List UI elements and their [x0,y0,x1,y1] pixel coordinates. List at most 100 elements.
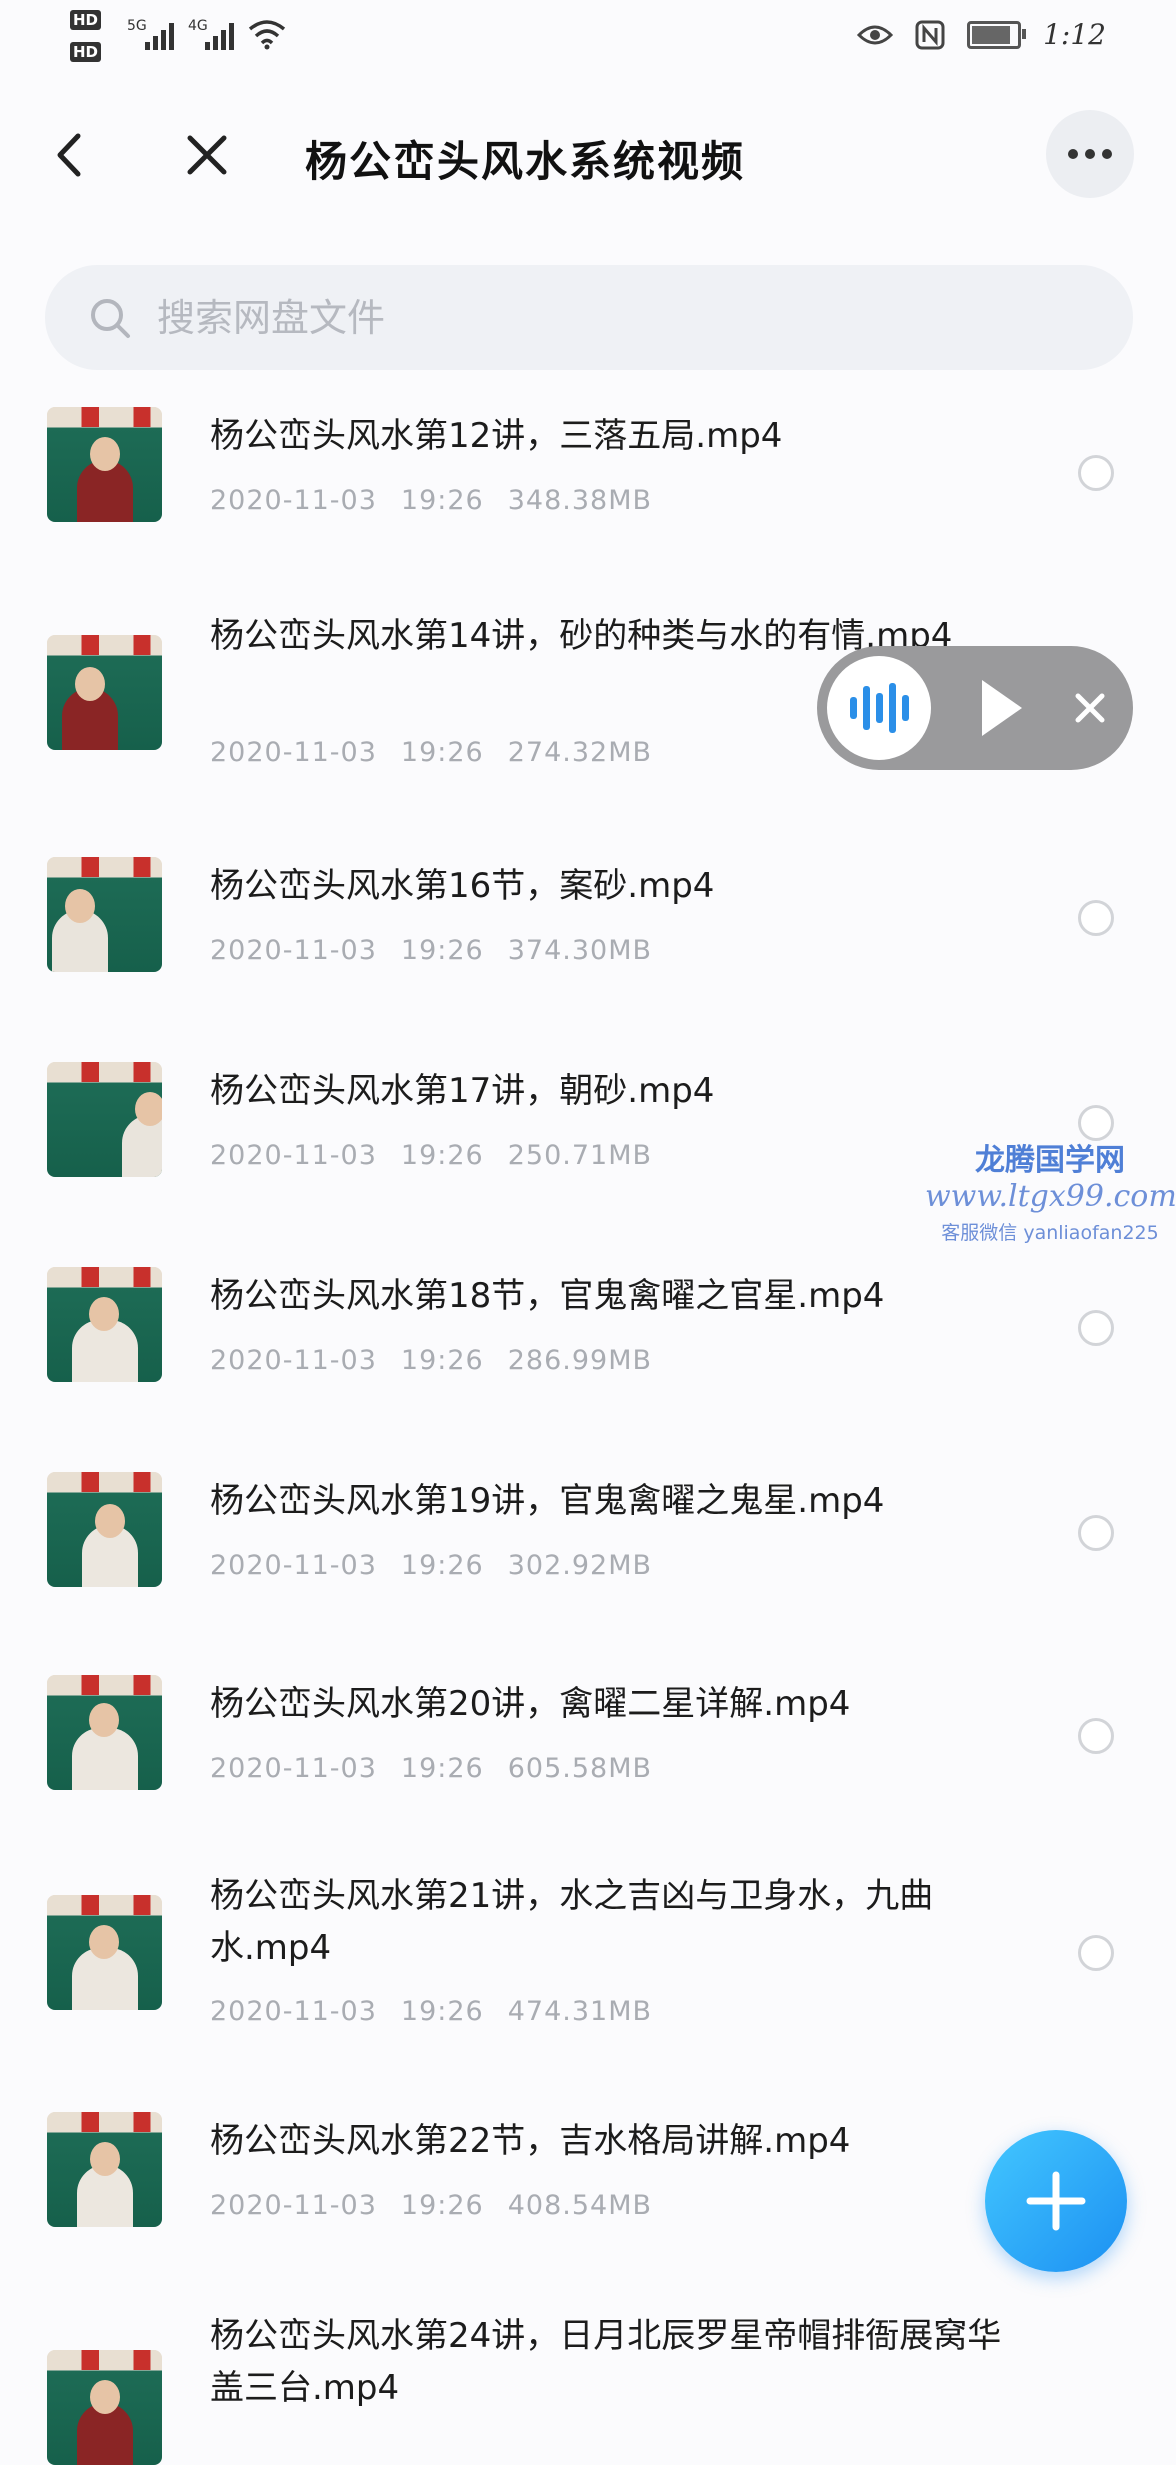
file-meta: 2020-11-03 19:26 250.71MB [210,1140,676,1171]
video-thumbnail [47,1895,162,2010]
watermark-contact: 客服微信 yanliaofan225 [941,1222,1159,1244]
video-thumbnail [47,1675,162,1790]
video-thumbnail [47,2112,162,2227]
file-time: 19:26 [400,485,484,516]
hd-badge-1: HD [70,10,102,30]
file-meta: 2020-11-03 19:26 274.32MB [210,737,676,768]
file-name: 杨公峦头风水第18节，官鬼禽曜之官星.mp4 [210,1276,885,1316]
eye-icon [857,25,894,44]
clock: 1:12 [1043,18,1106,51]
close-button[interactable] [172,120,242,190]
file-time: 19:26 [400,1753,484,1784]
file-date: 2020-11-03 [210,1753,377,1784]
file-name: 杨公峦头风水第21讲，水之吉凶与卫身水，九曲水.mp4 [210,1876,934,1968]
select-radio[interactable] [1078,1310,1114,1346]
select-radio[interactable] [1078,1718,1114,1754]
video-thumbnail [47,2350,162,2465]
file-size: 274.32MB [507,737,653,768]
floating-voice-player[interactable] [817,646,1133,770]
file-meta: 2020-11-03 19:26 408.54MB [210,2190,676,2221]
select-radio[interactable] [1078,455,1114,491]
close-icon [187,135,227,175]
video-thumbnail [47,407,162,522]
file-name: 杨公峦头风水第12讲，三落五局.mp4 [210,416,783,456]
voice-wave-icon[interactable] [827,656,931,760]
search-bar[interactable] [45,265,1133,370]
nfc-icon [915,20,945,49]
file-name: 杨公峦头风水第19讲，官鬼禽曜之鬼星.mp4 [210,1481,885,1521]
file-size: 250.71MB [507,1140,653,1171]
file-date: 2020-11-03 [210,485,377,516]
file-date: 2020-11-03 [210,1140,377,1171]
file-name: 杨公峦头风水第16节，案砂.mp4 [210,866,715,906]
select-radio[interactable] [1078,900,1114,936]
file-date: 2020-11-03 [210,737,377,768]
file-size: 474.31MB [507,1996,653,2027]
file-meta: 2020-11-03 19:26 302.92MB [210,1550,676,1581]
file-time: 19:26 [400,1345,484,1376]
file-meta: 2020-11-03 19:26 286.99MB [210,1345,676,1376]
file-time: 19:26 [400,1140,484,1171]
list-item[interactable]: 杨公峦头风水第24讲，日月北辰罗星帝帽排衙展窝华盖三台.mp4 [0,2310,1176,2465]
file-meta: 2020-11-03 19:26 474.31MB [210,1996,676,2027]
file-date: 2020-11-03 [210,935,377,966]
file-size: 302.92MB [507,1550,653,1581]
file-meta: 2020-11-03 19:26 374.30MB [210,935,676,966]
search-input[interactable] [155,294,1059,341]
signal-icon-2 [205,20,234,50]
wifi-icon [248,20,286,50]
status-bar: HD HD 5G 4G 1:12 [0,0,1176,80]
file-time: 19:26 [400,935,484,966]
add-button[interactable] [985,2130,1127,2272]
page-title: 杨公峦头风水系统视频 [305,137,746,186]
file-date: 2020-11-03 [210,1996,377,2027]
file-size: 605.58MB [507,1753,653,1784]
search-icon [91,298,130,338]
watermark-url: www.ltgx99.com [925,1179,1176,1214]
file-meta: 2020-11-03 19:26 348.38MB [210,485,676,516]
file-size: 374.30MB [507,935,653,966]
signal-icon-1 [145,20,174,50]
file-meta: 2020-11-03 19:26 605.58MB [210,1753,676,1784]
file-name: 杨公峦头风水第24讲，日月北辰罗星帝帽排衙展窝华盖三台.mp4 [210,2316,1002,2408]
file-time: 19:26 [400,1550,484,1581]
title-bar: 杨公峦头风水系统视频 [0,90,1176,220]
back-button[interactable] [35,120,105,190]
list-item[interactable]: 杨公峦头风水第12讲，三落五局.mp4 2020-11-03 19:26 348.3… [0,380,1176,570]
more-button[interactable] [1046,110,1134,198]
select-radio[interactable] [1078,1935,1114,1971]
plus-icon [1026,2171,1086,2231]
list-item[interactable]: 杨公峦头风水第20讲，禽曜二星详解.mp4 2020-11-03 19:26 605… [0,1648,1176,1838]
more-icon [1068,149,1078,159]
player-close-icon[interactable] [1062,680,1118,736]
watermark: 龙腾国学网 www.ltgx99.com 客服微信 yanliaofan225 [925,1135,1176,1245]
hd-badge-2: HD [70,42,102,62]
list-item[interactable]: 杨公峦头风水第19讲，官鬼禽曜之鬼星.mp4 2020-11-03 19:26 30… [0,1445,1176,1635]
file-size: 408.54MB [507,2190,653,2221]
select-radio[interactable] [1078,1515,1114,1551]
list-item[interactable]: 杨公峦头风水第18节，官鬼禽曜之官星.mp4 2020-11-03 19:26 28… [0,1240,1176,1430]
list-item[interactable]: 杨公峦头风水第21讲，水之吉凶与卫身水，九曲水.mp4 2020-11-03 19… [0,1850,1176,2070]
file-time: 19:26 [400,1996,484,2027]
video-thumbnail [47,635,162,750]
watermark-name: 龙腾国学网 [975,1143,1125,1178]
file-name: 杨公峦头风水第17讲，朝砂.mp4 [210,1071,715,1111]
file-date: 2020-11-03 [210,2190,377,2221]
video-thumbnail [47,857,162,972]
sim1-network-label: 5G [127,18,147,34]
file-name: 杨公峦头风水第22节，吉水格局讲解.mp4 [210,2121,851,2161]
video-thumbnail [47,1062,162,1177]
file-date: 2020-11-03 [210,1345,377,1376]
file-time: 19:26 [400,737,484,768]
file-size: 286.99MB [507,1345,653,1376]
battery-icon [967,20,1027,49]
video-thumbnail [47,1267,162,1382]
file-size: 348.38MB [507,485,653,516]
video-thumbnail [47,1472,162,1587]
play-button[interactable] [982,680,1022,736]
file-date: 2020-11-03 [210,1550,377,1581]
chevron-left-icon [57,133,81,177]
file-time: 19:26 [400,2190,484,2221]
file-name: 杨公峦头风水第20讲，禽曜二星详解.mp4 [210,1684,851,1724]
list-item[interactable]: 杨公峦头风水第16节，案砂.mp4 2020-11-03 19:26 374.30M… [0,830,1176,1020]
